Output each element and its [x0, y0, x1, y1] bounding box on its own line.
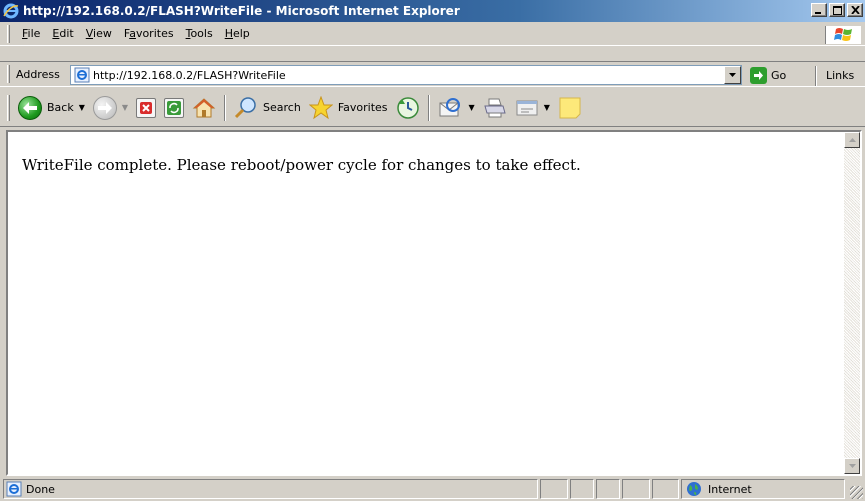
refresh-button[interactable] [160, 93, 188, 123]
zone-label: Internet [708, 482, 752, 496]
status-text-panel: Done [3, 479, 538, 499]
address-url: http://192.168.0.2/FLASH?WriteFile [93, 68, 286, 82]
minimize-button[interactable] [811, 3, 827, 17]
chevron-down-icon[interactable]: ▼ [79, 103, 85, 112]
maximize-icon [832, 5, 842, 15]
scroll-up-button[interactable] [844, 132, 860, 148]
sticky-note-icon [559, 97, 581, 118]
page-content[interactable]: WriteFile complete. Please reboot/power … [6, 130, 862, 476]
favorites-button[interactable]: Favorites [305, 93, 392, 123]
toolbar-grip[interactable] [7, 24, 10, 43]
standard-toolbar: Back ▼ ▼ Search Favorites ▼ ▼ [0, 89, 865, 127]
print-button[interactable] [479, 93, 511, 123]
windows-flag-icon [833, 28, 852, 41]
document-area: WriteFile complete. Please reboot/power … [8, 132, 844, 474]
printer-icon [484, 98, 506, 117]
title-bar[interactable]: http://192.168.0.2/FLASH?WriteFile - Mic… [0, 0, 865, 22]
address-label: Address [16, 67, 60, 81]
status-text: Done [26, 482, 55, 496]
edit-button[interactable]: ▼ [511, 93, 554, 123]
search-icon [234, 96, 256, 118]
history-button[interactable] [392, 93, 424, 123]
menu-file[interactable]: File [16, 25, 46, 42]
window-title: http://192.168.0.2/FLASH?WriteFile - Mic… [23, 4, 460, 18]
search-label: Search [263, 101, 301, 114]
stop-button[interactable] [132, 93, 160, 123]
menu-bar: File Edit View Favorites Tools Help [0, 22, 865, 46]
links-separator [815, 66, 817, 86]
home-icon [192, 97, 216, 117]
edit-page-icon [516, 100, 538, 115]
arrow-up-icon [848, 138, 856, 142]
address-bar: Address http://192.168.0.2/FLASH?WriteFi… [0, 61, 865, 87]
discuss-button[interactable] [554, 93, 586, 123]
chevron-down-icon [729, 73, 736, 77]
status-cell [596, 479, 620, 499]
toolbar-separator [427, 94, 430, 121]
minimize-icon [815, 12, 821, 14]
refresh-icon [164, 97, 185, 118]
mail-button[interactable]: ▼ [434, 93, 479, 123]
back-arrow-icon [18, 95, 42, 120]
status-cell [570, 479, 594, 499]
status-cell [540, 479, 568, 499]
go-arrow-icon [750, 67, 767, 84]
address-input[interactable]: http://192.168.0.2/FLASH?WriteFile [70, 65, 742, 85]
menu-favorites[interactable]: Favorites [118, 25, 180, 42]
security-zone-panel[interactable]: Internet [681, 479, 845, 499]
back-label: Back [47, 101, 74, 114]
arrow-down-icon [848, 464, 856, 468]
close-icon [850, 6, 860, 14]
address-grip[interactable] [7, 65, 10, 83]
search-button[interactable]: Search [230, 93, 305, 123]
star-icon [308, 95, 333, 119]
go-label: Go [771, 69, 787, 82]
stop-icon [136, 97, 157, 118]
forward-arrow-icon [92, 95, 117, 120]
chevron-down-icon[interactable]: ▼ [544, 103, 550, 112]
mail-icon [439, 97, 460, 116]
menu-tools[interactable]: Tools [180, 25, 219, 42]
page-icon [6, 481, 22, 497]
menu-view[interactable]: View [80, 25, 118, 42]
back-button[interactable]: Back ▼ [14, 93, 89, 123]
chevron-down-icon[interactable]: ▼ [469, 103, 475, 112]
window-controls [811, 3, 863, 17]
globe-icon [687, 482, 701, 496]
close-button[interactable] [847, 3, 863, 17]
ie-logo-icon [3, 3, 19, 19]
maximize-button[interactable] [829, 3, 845, 17]
toolbar-grip[interactable] [7, 94, 10, 121]
ie-page-icon [74, 67, 90, 83]
home-button[interactable] [188, 93, 220, 123]
windows-logo [825, 26, 861, 44]
status-message: WriteFile complete. Please reboot/power … [22, 156, 581, 174]
status-bar: Done Internet [0, 477, 865, 501]
scroll-down-button[interactable] [844, 458, 860, 474]
address-dropdown-button[interactable] [724, 66, 741, 84]
links-button[interactable]: Links [826, 69, 854, 82]
menu-help[interactable]: Help [219, 25, 256, 42]
forward-button[interactable]: ▼ [89, 93, 132, 123]
status-cell [622, 479, 650, 499]
menu-edit[interactable]: Edit [46, 25, 79, 42]
status-cell [652, 479, 679, 499]
resize-grip[interactable] [850, 486, 863, 499]
toolbar-separator [224, 94, 227, 121]
chevron-down-icon[interactable]: ▼ [122, 103, 128, 112]
go-button[interactable]: Go [750, 67, 786, 84]
vertical-scrollbar[interactable] [844, 132, 860, 474]
history-icon [396, 96, 419, 119]
favorites-label: Favorites [337, 101, 388, 114]
